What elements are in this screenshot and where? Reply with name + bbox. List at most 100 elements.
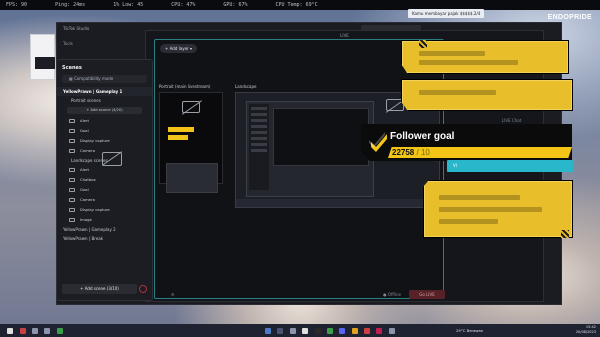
scene-gameplay-1[interactable]: YellowPrawn | Gameplay 1 bbox=[57, 87, 152, 96]
follower-target: 10 bbox=[420, 148, 430, 157]
cpu-stat: CPU: 47% bbox=[171, 2, 196, 8]
go-live-button[interactable]: Go LIVE bbox=[409, 289, 445, 299]
landscape-label: Landscape bbox=[235, 84, 257, 89]
source-item[interactable]: Alert bbox=[57, 116, 152, 126]
follower-separator: / bbox=[416, 148, 419, 157]
cyan-chat-bar: VI bbox=[447, 160, 573, 172]
follower-goal-title: Follower goal bbox=[390, 131, 455, 142]
cyan-bar-text: VI bbox=[453, 163, 457, 168]
portrait-goal-progress bbox=[168, 135, 188, 140]
cpu-temp-stat: CPU Temp: 69°C bbox=[275, 2, 318, 8]
source-item[interactable]: Display capture bbox=[57, 136, 152, 146]
source-item[interactable]: Goal bbox=[57, 126, 152, 136]
settings-icon[interactable]: ⚙ bbox=[171, 292, 175, 297]
overlay-alert-panel bbox=[401, 79, 573, 111]
source-item[interactable]: Image bbox=[57, 215, 152, 225]
follower-goal-progress-bar: 22758 / 10 bbox=[388, 147, 572, 158]
overlay-checker-decoration bbox=[419, 40, 427, 48]
checkmark-icon bbox=[369, 132, 387, 152]
scenes-panel[interactable]: Scenes ▦ Compatibility mode YellowPrawn … bbox=[56, 59, 153, 301]
background-app-strip bbox=[30, 34, 55, 80]
steam-icon[interactable] bbox=[277, 327, 284, 334]
files-icon[interactable] bbox=[351, 327, 358, 334]
chat-icon bbox=[69, 178, 75, 182]
alert-icon bbox=[69, 119, 75, 123]
source-label: Display capture bbox=[80, 138, 110, 143]
scene-gameplay-2[interactable]: YellowPrawn | Gameplay 2 bbox=[57, 225, 152, 234]
recorder-icon[interactable] bbox=[19, 327, 26, 334]
source-label: Alert bbox=[80, 167, 90, 172]
weather-widget[interactable]: 29°C Berawan bbox=[456, 328, 483, 333]
browser-icon[interactable] bbox=[326, 327, 333, 334]
redacted-text bbox=[418, 60, 519, 65]
add-scene-label: Add scene (3/10) bbox=[84, 286, 119, 291]
source-item[interactable]: Camera bbox=[57, 195, 152, 205]
overlay-checker-decoration bbox=[561, 230, 569, 238]
add-source-button[interactable]: + Add source (4/20) bbox=[67, 107, 142, 114]
monitor-icon bbox=[69, 139, 75, 143]
add-layer-button[interactable]: + Add layer ▾ bbox=[160, 44, 197, 53]
live-chat-label: LIVE Chat bbox=[502, 118, 522, 123]
add-source-label: Add source (4/20) bbox=[90, 108, 123, 112]
portrait-preview[interactable] bbox=[159, 92, 223, 193]
source-item[interactable]: Chatbox bbox=[57, 175, 152, 185]
add-scene-button[interactable]: + Add scene (3/10) bbox=[62, 284, 137, 294]
tools-menu[interactable]: Tools bbox=[63, 41, 73, 46]
spotify-icon[interactable] bbox=[56, 327, 63, 334]
settings-app-icon[interactable] bbox=[289, 327, 296, 334]
store-icon[interactable] bbox=[388, 327, 395, 334]
performance-overlay: FPS: 90 Ping: 24ms 1% Low: 45 CPU: 47% G… bbox=[0, 0, 600, 10]
background-window-title: TikTok Studio bbox=[63, 25, 90, 31]
redacted-text bbox=[419, 90, 496, 95]
redacted-text bbox=[438, 219, 498, 224]
source-item[interactable]: Display capture bbox=[57, 205, 152, 215]
scenes-title: Scenes bbox=[62, 65, 82, 71]
source-label: Camera bbox=[80, 148, 95, 153]
discord-icon[interactable] bbox=[339, 327, 346, 334]
camera-off-icon bbox=[182, 101, 200, 113]
alert-icon bbox=[69, 168, 75, 172]
add-layer-label: Add layer bbox=[169, 46, 189, 51]
overlay-chatbox-panel bbox=[423, 180, 573, 238]
portrait-scenes-header[interactable]: Portrait scenes bbox=[57, 96, 152, 105]
image-icon bbox=[69, 218, 75, 222]
preview-area[interactable]: + Add layer ▾ Portrait (main livestream)… bbox=[154, 39, 445, 299]
offline-label: Offline bbox=[387, 291, 401, 297]
goal-icon bbox=[69, 188, 75, 192]
windows-taskbar: 29°C Berawan 15:42 20/08/2023 bbox=[0, 324, 600, 337]
thumbnail-taskbar bbox=[236, 199, 439, 207]
portrait-desktop-thumbnail bbox=[166, 163, 218, 193]
camera-icon bbox=[69, 149, 75, 153]
camera-off-icon bbox=[102, 152, 122, 166]
gpu-stat: GPU: 67% bbox=[223, 2, 248, 8]
source-label: Image bbox=[80, 217, 92, 222]
media-icon[interactable] bbox=[376, 327, 383, 334]
compat-mode-label: Compatibility mode bbox=[74, 76, 114, 81]
compatibility-mode-button[interactable]: ▦ Compatibility mode bbox=[62, 75, 147, 83]
source-item[interactable]: Alert bbox=[57, 165, 152, 175]
scene-break[interactable]: YellowPrawn | Break bbox=[57, 234, 152, 243]
monitor-icon bbox=[69, 208, 75, 212]
desktop-capture-thumbnail bbox=[246, 101, 374, 197]
red-app-icon[interactable] bbox=[7, 327, 14, 334]
source-label: Alert bbox=[80, 118, 90, 123]
notification-banner[interactable]: Kamu membayar pajak $$$$$.2/4 bbox=[408, 9, 485, 18]
search-icon[interactable] bbox=[31, 327, 38, 334]
start-icon[interactable] bbox=[265, 327, 272, 334]
camera-icon bbox=[69, 198, 75, 202]
follower-goal-widget: Follower goal 22758 / 10 bbox=[361, 124, 572, 161]
clock-date: 20/08/2023 bbox=[575, 330, 596, 334]
stream-controls: ⚙ ● Offline Go LIVE bbox=[163, 284, 453, 304]
tiktok-icon[interactable] bbox=[364, 327, 371, 334]
ae-app-icon[interactable] bbox=[314, 327, 321, 334]
source-label: Goal bbox=[80, 187, 89, 192]
ping-stat: Ping: 24ms bbox=[55, 2, 86, 8]
thumbnail-screen bbox=[273, 108, 369, 166]
source-label: Display capture bbox=[80, 207, 110, 212]
fps-stat: FPS: 90 bbox=[6, 2, 28, 8]
x-app-icon[interactable] bbox=[302, 327, 309, 334]
clock[interactable]: 15:42 20/08/2023 bbox=[576, 325, 596, 335]
folder-icon[interactable] bbox=[44, 327, 51, 334]
undo-icon[interactable] bbox=[139, 285, 147, 293]
source-item[interactable]: Goal bbox=[57, 185, 152, 195]
